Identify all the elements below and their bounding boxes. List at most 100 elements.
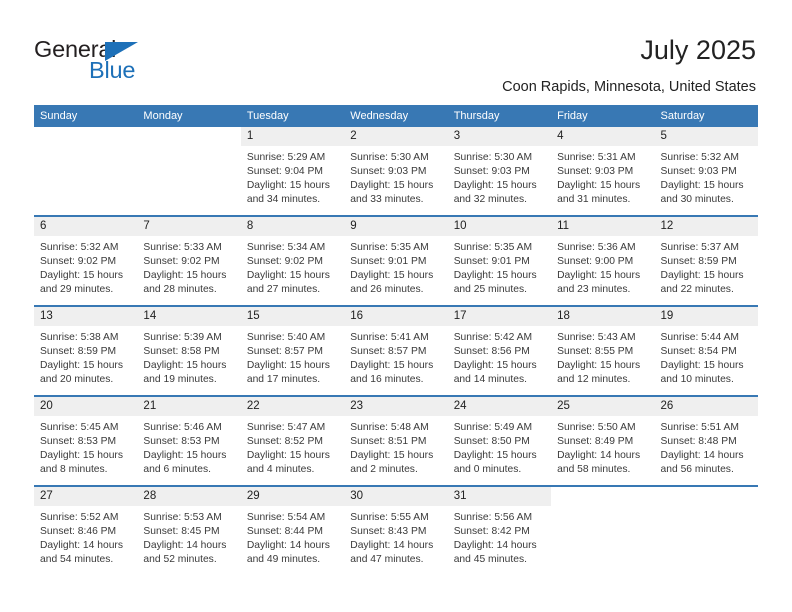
daylight-text-line2: and 14 minutes. — [453, 374, 527, 386]
daylight-text-line1: Daylight: 15 hours — [40, 360, 123, 372]
daylight-text-line2: and 33 minutes. — [350, 194, 424, 206]
sunrise-text: Sunrise: 5:32 AM — [40, 242, 119, 253]
calendar-day-cell[interactable]: 28 Sunrise: 5:53 AM Sunset: 8:45 PM Dayligh… — [137, 485, 241, 575]
weekday-header-saturday: Saturday — [654, 105, 758, 127]
day-number: 19 — [654, 307, 758, 326]
sunset-text: Sunset: 9:01 PM — [350, 256, 427, 268]
daylight-text-line1: Daylight: 15 hours — [143, 270, 227, 282]
daylight-text-line2: and 12 minutes. — [557, 374, 631, 386]
calendar-day-cell[interactable]: 7 Sunrise: 5:33 AM Sunset: 9:02 PM Daylight… — [137, 215, 241, 306]
calendar-day-cell[interactable]: 15 Sunrise: 5:40 AM Sunset: 8:57 PM Dayligh… — [240, 305, 345, 396]
sunrise-text: Sunrise: 5:49 AM — [453, 422, 533, 433]
general-blue-logo[interactable]: General Blue — [34, 37, 154, 84]
calendar-header-row: Sunday Monday Tuesday Wednesday Thursday… — [34, 105, 758, 127]
day-details: Sunrise: 5:45 AM Sunset: 8:53 PM Daylight:… — [34, 416, 137, 477]
calendar-day-cell[interactable]: 11 Sunrise: 5:36 AM Sunset: 9:00 PM Dayligh… — [551, 215, 655, 306]
calendar-day-cell[interactable]: 21 Sunrise: 5:46 AM Sunset: 8:53 PM Dayligh… — [137, 395, 241, 486]
sunset-text: Sunset: 9:01 PM — [453, 256, 530, 268]
calendar-day-cell[interactable]: 23 Sunrise: 5:48 AM Sunset: 8:51 PM Dayligh… — [344, 395, 448, 486]
sunrise-text: Sunrise: 5:35 AM — [453, 242, 533, 253]
calendar-day-cell[interactable]: 14 Sunrise: 5:39 AM Sunset: 8:58 PM Dayligh… — [137, 305, 241, 396]
calendar-day-cell[interactable]: 4 Sunrise: 5:31 AM Sunset: 9:03 PM Daylight… — [551, 127, 655, 216]
daylight-text-line1: Daylight: 15 hours — [453, 450, 537, 462]
daylight-text-line1: Daylight: 15 hours — [660, 360, 744, 372]
day-number — [137, 127, 240, 146]
daylight-text-line1: Daylight: 15 hours — [453, 180, 537, 192]
daylight-text-line2: and 52 minutes. — [143, 554, 217, 566]
calendar-day-cell[interactable]: 24 Sunrise: 5:49 AM Sunset: 8:50 PM Dayligh… — [447, 395, 552, 486]
sunrise-text: Sunrise: 5:48 AM — [350, 422, 429, 433]
daylight-text-line1: Daylight: 14 hours — [350, 540, 434, 552]
sunrise-text: Sunrise: 5:41 AM — [350, 332, 429, 343]
calendar-day-cell[interactable]: 18 Sunrise: 5:43 AM Sunset: 8:55 PM Dayligh… — [551, 305, 655, 396]
sunrise-text: Sunrise: 5:38 AM — [40, 332, 119, 343]
calendar-day-cell[interactable]: 3 Sunrise: 5:30 AM Sunset: 9:03 PM Daylight… — [447, 127, 552, 216]
day-number: 17 — [447, 307, 552, 326]
page-title: July 2025 — [640, 35, 756, 65]
calendar-day-cell[interactable]: 26 Sunrise: 5:51 AM Sunset: 8:48 PM Dayligh… — [654, 395, 758, 486]
sunset-text: Sunset: 9:02 PM — [246, 256, 323, 268]
calendar-day-cell[interactable]: 12 Sunrise: 5:37 AM Sunset: 8:59 PM Dayligh… — [654, 215, 758, 306]
daylight-text-line2: and 4 minutes. — [246, 464, 315, 476]
sunset-text: Sunset: 8:46 PM — [40, 526, 117, 538]
sunrise-text: Sunrise: 5:44 AM — [660, 332, 739, 343]
calendar-day-cell[interactable]: 2 Sunrise: 5:30 AM Sunset: 9:03 PM Daylight… — [344, 127, 448, 216]
calendar-day-cell[interactable]: 10 Sunrise: 5:35 AM Sunset: 9:01 PM Dayligh… — [447, 215, 552, 306]
calendar-day-cell[interactable]: 16 Sunrise: 5:41 AM Sunset: 8:57 PM Dayligh… — [344, 305, 448, 396]
sunrise-text: Sunrise: 5:53 AM — [143, 512, 222, 523]
calendar-day-cell[interactable]: 29 Sunrise: 5:54 AM Sunset: 8:44 PM Dayligh… — [240, 485, 345, 575]
daylight-text-line1: Daylight: 14 hours — [453, 540, 537, 552]
calendar-day-cell[interactable]: 6 Sunrise: 5:32 AM Sunset: 9:02 PM Daylight… — [34, 215, 138, 306]
daylight-text-line1: Daylight: 15 hours — [40, 450, 123, 462]
weekday-header-friday: Friday — [551, 105, 655, 127]
weekday-header-wednesday: Wednesday — [344, 105, 448, 127]
day-details: Sunrise: 5:30 AM Sunset: 9:03 PM Daylight:… — [448, 146, 551, 207]
sunrise-text: Sunrise: 5:55 AM — [350, 512, 429, 523]
calendar-day-cell[interactable]: 25 Sunrise: 5:50 AM Sunset: 8:49 PM Dayligh… — [551, 395, 655, 486]
sunset-text: Sunset: 8:49 PM — [557, 436, 634, 448]
day-details: Sunrise: 5:34 AM Sunset: 9:02 PM Daylight:… — [241, 236, 344, 297]
day-details: Sunrise: 5:39 AM Sunset: 8:58 PM Daylight:… — [137, 326, 240, 387]
calendar-day-cell[interactable]: 8 Sunrise: 5:34 AM Sunset: 9:02 PM Daylight… — [240, 215, 345, 306]
daylight-text-line2: and 26 minutes. — [350, 284, 424, 296]
day-details: Sunrise: 5:49 AM Sunset: 8:50 PM Daylight:… — [448, 416, 551, 477]
calendar-day-cell[interactable]: 22 Sunrise: 5:47 AM Sunset: 8:52 PM Dayligh… — [240, 395, 345, 486]
calendar-day-cell[interactable]: 19 Sunrise: 5:44 AM Sunset: 8:54 PM Dayligh… — [654, 305, 758, 396]
calendar-grid: Sunday Monday Tuesday Wednesday Thursday… — [34, 105, 758, 575]
sunrise-text: Sunrise: 5:34 AM — [246, 242, 326, 253]
daylight-text-line1: Daylight: 15 hours — [143, 450, 227, 462]
calendar-day-cell[interactable]: 27 Sunrise: 5:52 AM Sunset: 8:46 PM Dayligh… — [34, 485, 138, 575]
daylight-text-line1: Daylight: 15 hours — [246, 450, 330, 462]
calendar-day-cell[interactable]: 20 Sunrise: 5:45 AM Sunset: 8:53 PM Dayligh… — [34, 395, 138, 486]
day-number: 15 — [240, 307, 345, 326]
sunrise-text: Sunrise: 5:46 AM — [143, 422, 222, 433]
day-number: 14 — [137, 307, 241, 326]
sunset-text: Sunset: 8:43 PM — [350, 526, 427, 538]
day-number: 25 — [551, 397, 655, 416]
daylight-text-line2: and 19 minutes. — [143, 374, 217, 386]
daylight-text-line2: and 31 minutes. — [557, 194, 631, 206]
calendar-day-cell[interactable]: 17 Sunrise: 5:42 AM Sunset: 8:56 PM Dayligh… — [447, 305, 552, 396]
calendar-day-cell[interactable]: 5 Sunrise: 5:32 AM Sunset: 9:03 PM Daylight… — [654, 127, 758, 216]
day-number: 18 — [551, 307, 655, 326]
day-details — [137, 146, 240, 151]
calendar-day-cell[interactable]: 9 Sunrise: 5:35 AM Sunset: 9:01 PM Daylight… — [344, 215, 448, 306]
sunset-text: Sunset: 8:50 PM — [453, 436, 530, 448]
calendar-day-cell-empty — [551, 485, 655, 575]
calendar-day-cell[interactable]: 1 Sunrise: 5:29 AM Sunset: 9:04 PM Daylight… — [240, 127, 345, 216]
day-number: 10 — [447, 217, 552, 236]
calendar-week-row: 6 Sunrise: 5:32 AM Sunset: 9:02 PM Daylight… — [34, 215, 758, 306]
daylight-text-line1: Daylight: 15 hours — [40, 270, 123, 282]
calendar-day-cell[interactable]: 30 Sunrise: 5:55 AM Sunset: 8:43 PM Dayligh… — [344, 485, 448, 575]
weekday-header-thursday: Thursday — [447, 105, 552, 127]
sunset-text: Sunset: 9:04 PM — [246, 166, 323, 178]
sunrise-text: Sunrise: 5:31 AM — [557, 152, 636, 163]
sunset-text: Sunset: 8:54 PM — [660, 346, 737, 358]
day-details: Sunrise: 5:50 AM Sunset: 8:49 PM Daylight:… — [551, 416, 654, 477]
day-details: Sunrise: 5:52 AM Sunset: 8:46 PM Daylight:… — [34, 506, 137, 567]
day-details: Sunrise: 5:32 AM Sunset: 9:03 PM Daylight:… — [655, 146, 758, 207]
calendar-day-cell[interactable]: 13 Sunrise: 5:38 AM Sunset: 8:59 PM Dayligh… — [34, 305, 138, 396]
sunrise-text: Sunrise: 5:35 AM — [350, 242, 429, 253]
calendar-day-cell-empty — [654, 485, 758, 575]
calendar-day-cell[interactable]: 31 Sunrise: 5:56 AM Sunset: 8:42 PM Dayligh… — [447, 485, 552, 575]
